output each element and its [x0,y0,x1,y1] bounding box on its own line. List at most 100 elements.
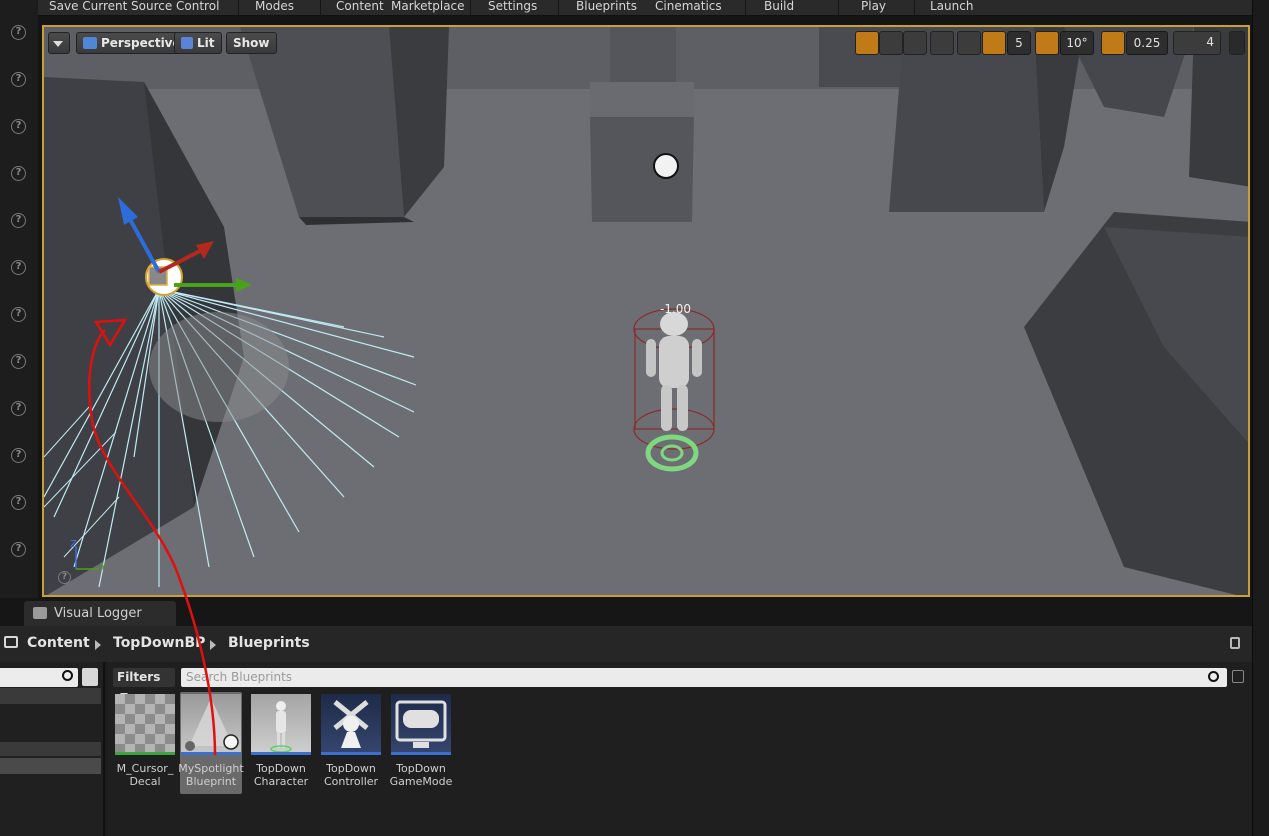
rotation-snap-toggle[interactable] [1035,31,1059,55]
perspective-button[interactable]: Perspective [76,32,188,54]
asset-type-bar [251,752,311,755]
lit-button[interactable]: Lit [174,32,222,54]
asset-type-bar [115,752,175,755]
help-icon[interactable]: ? [11,72,26,87]
filters-button[interactable]: Filters [113,668,175,698]
help-icon[interactable]: ? [11,213,26,228]
toolbar-cinematics[interactable]: Cinematics [655,0,722,14]
toolbar-divider [320,0,321,16]
rotation-snap-value[interactable]: 10° [1060,31,1094,55]
player-start-icon [653,153,679,179]
breadcrumb: Content TopDownBP Blueprints [0,626,1252,662]
view-options-icon[interactable] [82,668,98,686]
toolbar-play[interactable]: Play [861,0,886,14]
asset-type-bar [181,752,241,755]
toolbar-marketplace[interactable]: Marketplace [391,0,465,14]
maximize-viewport-button[interactable] [1229,31,1245,55]
axis-y-label: Y [100,562,107,573]
box-top [590,82,694,117]
asset-tile[interactable]: TopDown GameMode [390,692,452,794]
asset-tile-selected[interactable]: MySpotlight Blueprint [178,692,244,794]
asset-search-input[interactable]: Search Blueprints [181,668,1227,687]
viewport-options-button[interactable] [48,32,70,54]
source-folder-row[interactable] [0,688,101,704]
asset-tile[interactable]: TopDown Character [250,692,312,794]
character-torso [659,336,689,388]
material-thumbnail [115,694,175,754]
grid-snap-toggle[interactable] [982,31,1006,55]
help-icon[interactable]: ? [11,495,26,510]
lit-label: Lit [197,36,215,50]
camera-speed-button[interactable]: 4 [1173,31,1221,55]
axis-z-label: Z [70,539,77,550]
lock-icon[interactable] [1230,637,1240,649]
help-icon[interactable]: ? [11,354,26,369]
rotate-mode-button[interactable] [879,31,903,55]
help-icon[interactable]: ? [11,401,26,416]
show-button[interactable]: Show [226,32,277,54]
save-icon[interactable] [1232,670,1244,683]
surface-snap-button[interactable] [957,31,981,55]
chevron-down-icon [53,41,63,47]
toolbar-divider [838,0,839,16]
asset-search-placeholder: Search Blueprints [186,670,293,684]
asset-view: Filters Search Blueprints M_Cursor_ Decal [107,662,1252,836]
help-icon[interactable]: ? [11,25,26,40]
pillar [610,27,676,82]
character-leg [677,385,688,431]
grid-snap-value[interactable]: 5 [1007,31,1031,55]
help-icon[interactable]: ? [11,542,26,557]
spotlight-blueprint-icon [185,698,239,751]
asset-type-bar [391,752,451,755]
asset-tile[interactable]: M_Cursor_ Decal [114,692,176,794]
help-icon[interactable]: ? [11,119,26,134]
breadcrumb-topdownbp[interactable]: TopDownBP [113,635,205,651]
controller-thumbnail [321,694,381,754]
visual-logger-icon [33,607,47,619]
toolbar-modes[interactable]: Modes [255,0,294,14]
toolbar-source-control[interactable]: Source Control [131,0,219,14]
toolbar-blueprints[interactable]: Blueprints [576,0,637,14]
toolbar-build[interactable]: Build [764,0,794,14]
asset-tile[interactable]: TopDown Controller [320,692,382,794]
character-leg [661,385,672,431]
breadcrumb-content[interactable]: Content [27,635,90,651]
toolbar-divider [914,0,915,16]
toolbar-launch[interactable]: Launch [930,0,973,14]
bottom-tab-bar: Visual Logger [0,598,1252,626]
scale-snap-toggle[interactable] [1101,31,1125,55]
filters-label: Filters [117,670,161,684]
visual-logger-tab[interactable]: Visual Logger [24,601,176,626]
character-arm [646,339,656,377]
asset-label: TopDown Controller [323,762,379,788]
toolbar-content[interactable]: Content [336,0,384,14]
source-folder-row[interactable] [0,758,101,774]
toolbar-save-current[interactable]: Save Current [49,0,127,14]
toolbar-settings[interactable]: Settings [488,0,537,14]
translate-mode-button[interactable] [855,31,879,55]
light-pool [149,312,289,422]
breadcrumb-blueprints[interactable]: Blueprints [228,635,310,651]
asset-label: MySpotlight Blueprint [178,762,244,788]
chevron-right-icon[interactable] [95,640,101,650]
viewport-scene [44,27,1248,595]
help-icon[interactable]: ? [58,571,71,584]
level-viewport[interactable]: Perspective Lit Show 5 10° 0.25 4 -1.00 … [42,25,1250,597]
help-icon[interactable]: ? [11,307,26,322]
world-local-toggle[interactable] [930,31,954,55]
help-icon[interactable]: ? [11,260,26,275]
character-icon [270,701,292,753]
asset-label: TopDown Character [253,762,309,788]
asset-label: M_Cursor_ Decal [116,762,174,788]
character-arm [692,339,702,377]
perspective-icon [83,37,97,49]
folder-icon[interactable] [4,636,18,648]
scale-snap-value[interactable]: 0.25 [1126,31,1168,55]
help-icon[interactable]: ? [11,166,26,181]
character-debug-label: -1.00 [660,302,692,316]
sources-search-input[interactable] [0,668,78,687]
chevron-right-icon[interactable] [210,640,216,650]
source-folder-row[interactable] [0,742,101,756]
scale-mode-button[interactable] [903,31,927,55]
help-icon[interactable]: ? [11,448,26,463]
